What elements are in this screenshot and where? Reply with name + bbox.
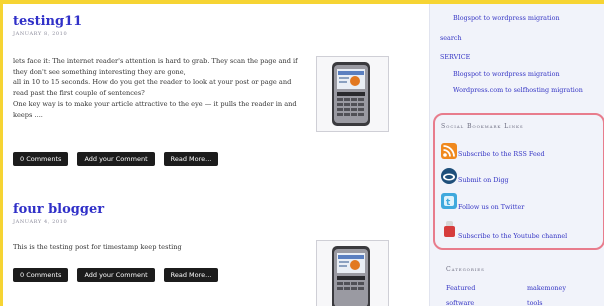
post-actions: 0 Comments Add your Comment Read More... [13,152,219,166]
post-actions: 0 Comments Add your Comment Read More... [13,268,219,282]
comments-count-button[interactable]: 0 Comments [13,152,69,166]
sidebar-link-wordpress-migration[interactable]: Wordpress.com to selfhosting migration [453,85,583,95]
read-more-button[interactable]: Read More... [163,268,219,282]
category-tools[interactable]: tools [527,298,543,308]
post-title-link[interactable]: four blogger [13,202,423,217]
excerpt-line: all in 10 to 15 seconds. How do you get … [13,78,292,98]
excerpt-line: lets face it: The internet reader's atte… [13,57,298,76]
post: four blogger JANUARY 4, 2010 This is the… [13,202,423,306]
social-bookmark-heading: Social Bookmark Links [441,123,524,130]
sidebar-link-search[interactable]: search [440,33,462,43]
sidebar-link-blogspot-migration[interactable]: Blogspot to wordpress migration [453,13,560,23]
sidebar-link-blogspot-migration-2[interactable]: Blogspot to wordpress migration [453,69,560,79]
category-software[interactable]: software [446,298,474,308]
post-title-link[interactable]: testing11 [13,14,423,29]
post-thumbnail[interactable] [316,240,389,306]
phone-image [332,246,370,306]
post: testing11 JANUARY 8, 2010 lets face it: … [13,14,423,184]
social-link-twitter[interactable]: Follow us on Twitter [458,202,524,212]
add-comment-button[interactable]: Add your Comment [77,152,155,166]
phone-image [332,62,370,126]
category-makemoney[interactable]: makemoney [527,283,566,293]
post-thumbnail[interactable] [316,56,389,132]
sidebar-link-service[interactable]: SERVICE [440,52,470,62]
svg-text:t: t [446,198,451,208]
rss-icon[interactable] [441,143,457,159]
main-content: testing11 JANUARY 8, 2010 lets face it: … [3,4,429,306]
post-excerpt: lets face it: The internet reader's atte… [13,56,305,120]
category-featured[interactable]: Featured [446,283,475,293]
digg-icon[interactable] [441,168,457,184]
add-comment-button[interactable]: Add your Comment [77,268,155,282]
post-date: JANUARY 4, 2010 [13,219,68,225]
social-link-rss[interactable]: Subscribe to the RSS Feed [458,149,545,159]
post-date: JANUARY 8, 2010 [13,31,68,37]
categories-heading: Categories [446,266,485,273]
youtube-icon[interactable] [444,221,455,237]
social-link-youtube[interactable]: Subscribe to the Youtube channel [458,231,567,241]
post-excerpt: This is the testing post for timestamp k… [13,242,305,253]
excerpt-line: One key way is to make your article attr… [13,99,297,119]
social-link-digg[interactable]: Submit on Digg [458,175,509,185]
twitter-icon[interactable]: t [441,193,457,209]
comments-count-button[interactable]: 0 Comments [13,268,69,282]
read-more-button[interactable]: Read More... [163,152,219,166]
excerpt-line: This is the testing post for timestamp k… [13,243,182,251]
